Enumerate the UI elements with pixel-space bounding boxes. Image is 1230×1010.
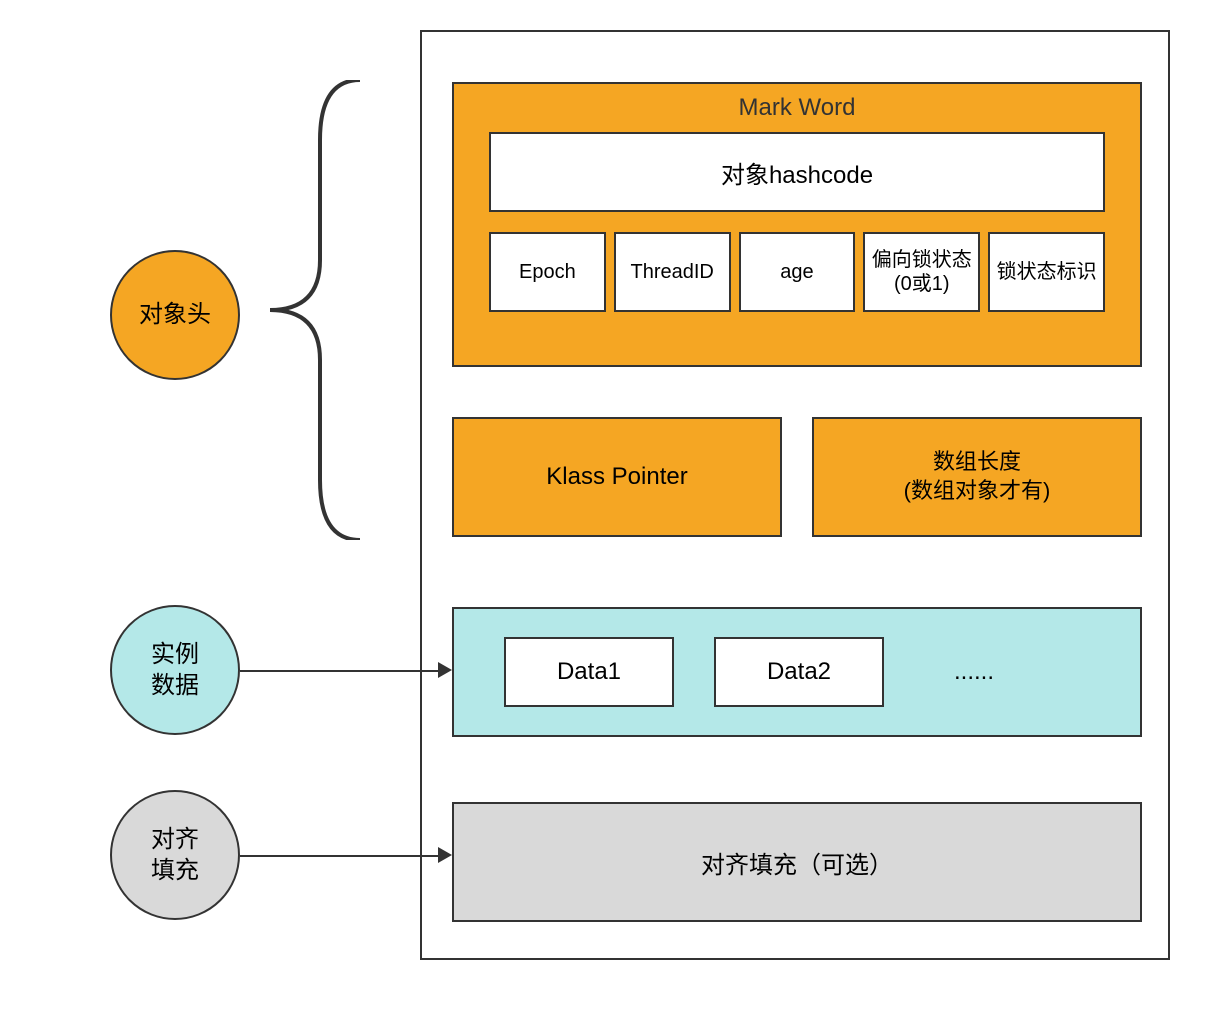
- array-length-box: 数组长度 (数组对象才有): [812, 417, 1142, 537]
- padding-circle: 对齐 填充: [110, 790, 240, 920]
- mark-word-title: Mark Word: [454, 84, 1140, 132]
- hashcode-label: 对象hashcode: [721, 155, 873, 190]
- padding-box: 对齐填充（可选）: [452, 802, 1142, 922]
- array-length-label-2: (数组对象才有): [904, 477, 1051, 506]
- mark-word-fields: Epoch ThreadID age 偏向锁状态(0或1) 锁状态标识: [489, 232, 1105, 312]
- instance-data-box: Data1 Data2 ......: [452, 607, 1142, 737]
- field-biased-lock: 偏向锁状态(0或1): [863, 232, 980, 312]
- hashcode-box: 对象hashcode: [489, 132, 1105, 212]
- padding-label-1: 对齐: [151, 824, 199, 855]
- klass-pointer-label: Klass Pointer: [546, 463, 687, 491]
- object-header-label: 对象头: [139, 299, 211, 330]
- more-dots: ......: [954, 658, 994, 686]
- arrow-instance: [240, 670, 440, 672]
- mark-word-box: Mark Word 对象hashcode Epoch ThreadID age …: [452, 82, 1142, 367]
- array-length-label-1: 数组长度: [933, 448, 1021, 477]
- field-age: age: [739, 232, 856, 312]
- object-header-circle: 对象头: [110, 250, 240, 380]
- brace-icon: [260, 80, 370, 540]
- instance-data-label-1: 实例: [151, 639, 199, 670]
- data2-cell: Data2: [714, 637, 884, 707]
- instance-data-circle: 实例 数据: [110, 605, 240, 735]
- padding-label-2: 填充: [151, 855, 199, 886]
- field-lock-state: 锁状态标识: [988, 232, 1105, 312]
- object-layout-container: Mark Word 对象hashcode Epoch ThreadID age …: [420, 30, 1170, 960]
- data1-cell: Data1: [504, 637, 674, 707]
- arrow-padding: [240, 855, 440, 857]
- padding-text: 对齐填充（可选）: [701, 845, 893, 880]
- field-epoch: Epoch: [489, 232, 606, 312]
- instance-data-label-2: 数据: [151, 670, 199, 701]
- field-threadid: ThreadID: [614, 232, 731, 312]
- klass-pointer-box: Klass Pointer: [452, 417, 782, 537]
